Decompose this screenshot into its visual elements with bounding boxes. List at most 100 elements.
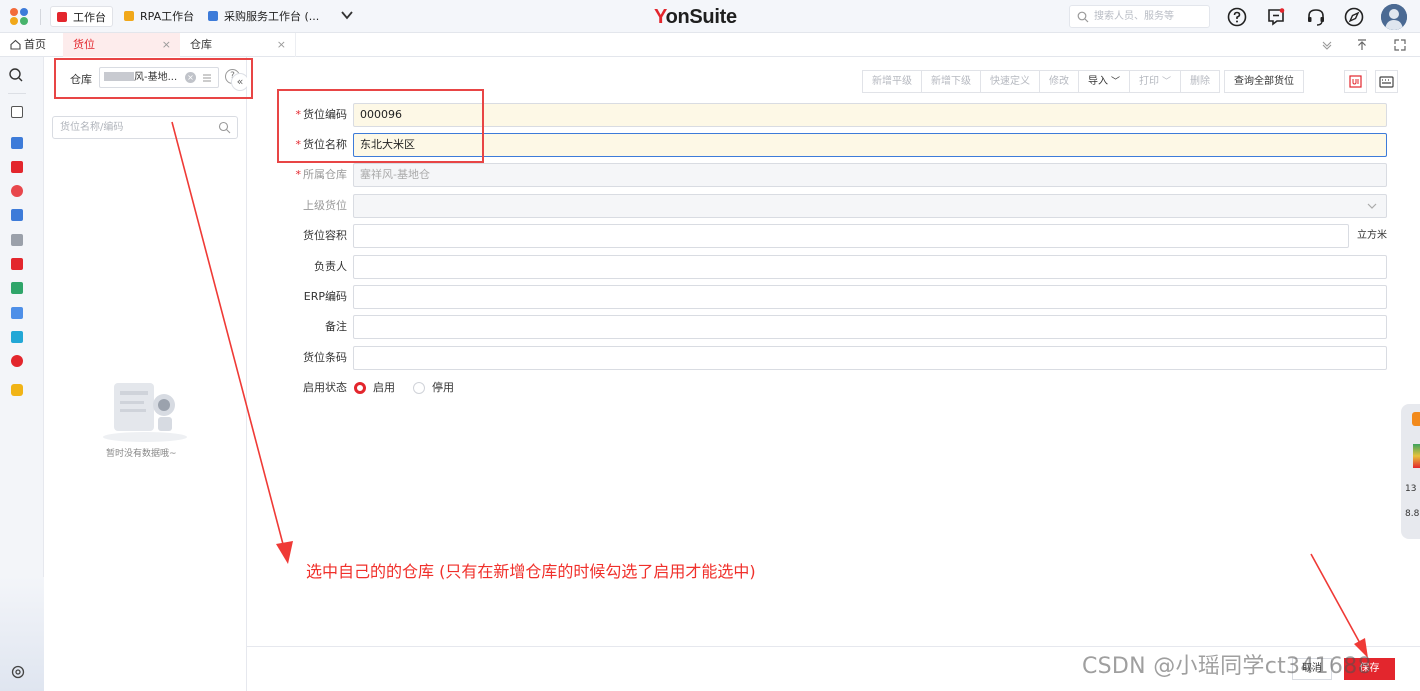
volume-unit: 立方米 xyxy=(1357,230,1387,241)
volume-input[interactable] xyxy=(353,224,1349,248)
compass-icon[interactable] xyxy=(1343,6,1365,28)
quick-define-button[interactable]: 快速定义 xyxy=(980,70,1040,93)
close-icon[interactable]: × xyxy=(277,33,286,57)
field-row-volume: 货位容积 立方米 xyxy=(247,224,1407,248)
app-launcher-icon[interactable] xyxy=(10,8,30,26)
field-row-status: 启用状态 启用 停用 xyxy=(247,376,647,400)
field-row-code: * 货位编码 000096 xyxy=(247,103,1387,127)
cube-icon[interactable] xyxy=(11,137,23,149)
annotation-text: 选中自己的的仓库 (只有在新增仓库的时候勾选了启用才能选中) xyxy=(306,562,756,581)
user-avatar[interactable] xyxy=(1381,4,1407,30)
box-icon[interactable] xyxy=(11,331,23,343)
calendar-icon[interactable] xyxy=(11,106,23,118)
tab-storage-location[interactable]: 货位 × xyxy=(63,33,180,57)
close-icon[interactable]: × xyxy=(162,33,171,57)
location-name-input[interactable]: 东北大米区 xyxy=(353,133,1387,157)
clear-icon[interactable]: × xyxy=(185,72,196,83)
add-child-button[interactable]: 新增下级 xyxy=(921,70,981,93)
location-code-input[interactable]: 000096 xyxy=(353,103,1387,127)
workbench-icon xyxy=(57,12,67,22)
action-toolbar: 新增平级 新增下级 快速定义 修改 导入 ﹀ 打印 ﹀ 删除 查询全部货位 xyxy=(862,70,1305,93)
query-all-button[interactable]: 查询全部货位 xyxy=(1224,70,1305,93)
delete-button[interactable]: 删除 xyxy=(1180,70,1221,93)
left-icon-rail xyxy=(0,57,44,691)
chevron-down-icon xyxy=(1367,203,1377,209)
document-icon[interactable] xyxy=(11,282,23,294)
tab-home[interactable]: 首页 xyxy=(10,33,46,57)
remark-input[interactable] xyxy=(353,315,1387,339)
warehouse-filter-select[interactable]: 风-基地... × xyxy=(99,67,219,88)
search-icon[interactable] xyxy=(218,121,231,134)
redacted-text xyxy=(104,72,134,81)
floating-side-widget[interactable]: 13 8.8 xyxy=(1401,404,1420,539)
owner-input[interactable] xyxy=(353,255,1387,279)
global-search-input[interactable]: 搜索人员、服务等 xyxy=(1069,5,1210,28)
field-label: 货位条码 xyxy=(303,351,347,364)
headset-icon[interactable] xyxy=(1305,6,1327,28)
procurement-icon xyxy=(208,11,218,21)
checklist-icon[interactable] xyxy=(11,209,23,221)
field-row-name: * 货位名称 东北大米区 xyxy=(247,133,1387,157)
status-enabled-label[interactable]: 启用 xyxy=(373,376,395,400)
star-icon[interactable] xyxy=(11,384,23,396)
divider xyxy=(8,93,26,94)
list-icon[interactable] xyxy=(202,73,212,83)
keyboard-button[interactable] xyxy=(1375,70,1398,93)
field-label: 上级货位 xyxy=(303,199,347,212)
print-button[interactable]: 打印 ﹀ xyxy=(1129,70,1182,93)
field-row-warehouse: * 所属仓库 塞祥风-基地仓 xyxy=(247,163,1387,187)
search-placeholder: 货位名称/编码 xyxy=(60,122,124,133)
page-tab-bar: 首页 货位 × 仓库 × xyxy=(0,33,1420,57)
workspace-tab-procurement[interactable]: 采购服务工作台 (... xyxy=(202,6,325,27)
tab-label: 首页 xyxy=(24,38,46,51)
apps-icon[interactable] xyxy=(11,185,23,197)
tabs-dropdown-icon[interactable] xyxy=(1320,38,1334,52)
fullscreen-icon[interactable] xyxy=(1393,38,1407,52)
warehouse-filter-label: 仓库 xyxy=(70,73,92,86)
import-button[interactable]: 导入 ﹀ xyxy=(1078,70,1131,93)
search-icon xyxy=(1077,11,1089,23)
upload-icon[interactable] xyxy=(1355,38,1369,52)
barcode-input[interactable] xyxy=(353,346,1387,370)
field-label: * 货位编码 xyxy=(295,108,348,121)
message-icon[interactable] xyxy=(1265,6,1287,28)
tab-warehouse[interactable]: 仓库 × xyxy=(181,33,296,57)
badge-icon xyxy=(1412,412,1420,426)
chevron-down-icon: ﹀ xyxy=(1111,77,1121,87)
workspace-tab-label: 采购服务工作台 (... xyxy=(224,10,320,23)
field-label: * 货位名称 xyxy=(295,138,348,151)
ui-designer-button[interactable] xyxy=(1344,70,1367,93)
workspace-tab-rpa[interactable]: RPA工作台 xyxy=(118,6,200,27)
erp-code-input[interactable] xyxy=(353,285,1387,309)
warehouse-input: 塞祥风-基地仓 xyxy=(353,163,1387,187)
gear-icon[interactable] xyxy=(10,664,26,680)
help-icon[interactable] xyxy=(1226,6,1248,28)
workspace-tab-workbench[interactable]: 工作台 xyxy=(50,6,113,27)
warehouse-icon[interactable] xyxy=(11,161,23,173)
required-mark: * xyxy=(295,108,302,121)
tree-search-input[interactable]: 货位名称/编码 xyxy=(52,116,238,139)
add-sibling-button[interactable]: 新增平级 xyxy=(862,70,922,93)
required-mark: * xyxy=(295,168,302,181)
required-mark: * xyxy=(295,138,302,151)
metric-value: 13 xyxy=(1405,484,1417,494)
field-row-erp: ERP编码 xyxy=(247,285,1387,309)
edit-button[interactable]: 修改 xyxy=(1039,70,1079,93)
parent-location-select xyxy=(353,194,1387,218)
field-label: * 所属仓库 xyxy=(295,168,348,181)
home-icon xyxy=(10,39,21,50)
chart-icon[interactable] xyxy=(11,307,23,319)
import-label: 导入 xyxy=(1088,76,1108,87)
status-enabled-radio[interactable] xyxy=(354,382,366,394)
ui-designer-icon xyxy=(1349,75,1362,88)
metric-value: 8.8 xyxy=(1405,509,1420,519)
status-disabled-label[interactable]: 停用 xyxy=(432,376,454,400)
search-icon[interactable] xyxy=(8,67,24,83)
grid-icon[interactable] xyxy=(11,234,23,246)
status-disabled-radio[interactable] xyxy=(413,382,425,394)
tab-label: 货位 xyxy=(73,38,95,51)
report-icon[interactable] xyxy=(11,258,23,270)
chevron-down-icon[interactable] xyxy=(340,8,354,22)
field-row-barcode: 货位条码 xyxy=(247,346,1387,370)
flower-icon[interactable] xyxy=(11,355,23,367)
